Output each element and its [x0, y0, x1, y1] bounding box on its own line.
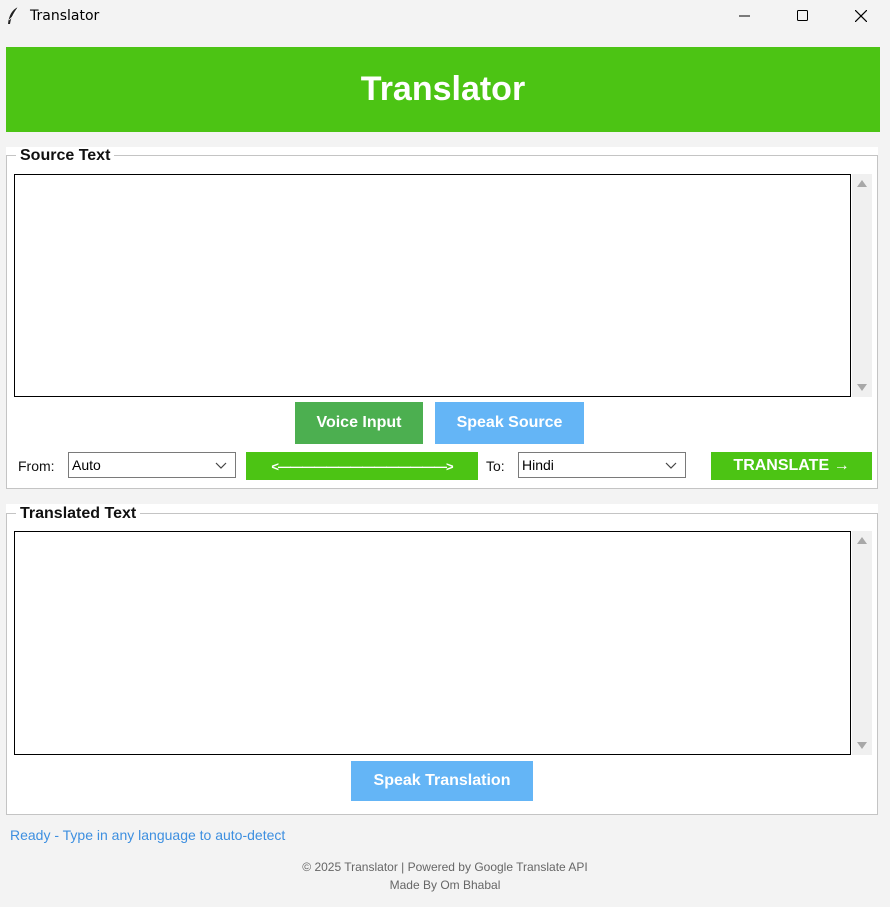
- scroll-up-icon[interactable]: [857, 537, 867, 544]
- app-heading: Translator: [360, 70, 526, 108]
- maximize-button[interactable]: [774, 0, 832, 32]
- to-language-select[interactable]: Hindi: [518, 452, 686, 478]
- speak-translation-button[interactable]: Speak Translation: [351, 761, 533, 801]
- translated-scrollbar[interactable]: [852, 531, 872, 755]
- from-language-select[interactable]: Auto: [68, 452, 236, 478]
- maximize-icon: [797, 10, 808, 21]
- minimize-button[interactable]: [716, 0, 774, 32]
- footer-credit: Made By Om Bhabal: [389, 878, 501, 892]
- translated-legend: Translated Text: [16, 505, 141, 523]
- to-label: To:: [486, 458, 505, 474]
- window-title: Translator: [30, 8, 100, 24]
- title-bar: Translator: [0, 0, 890, 32]
- from-label: From:: [18, 458, 55, 474]
- source-textarea[interactable]: [14, 174, 851, 397]
- speak-source-button[interactable]: Speak Source: [435, 402, 584, 444]
- scroll-down-icon[interactable]: [857, 742, 867, 749]
- voice-input-button[interactable]: Voice Input: [295, 402, 423, 444]
- header-banner: Translator: [6, 47, 880, 132]
- translated-panel: Translated Text Speak Translation: [6, 504, 878, 815]
- swap-languages-button[interactable]: <——————————————>: [246, 452, 478, 480]
- from-language-value: Auto: [72, 457, 101, 473]
- feather-icon: [8, 6, 19, 24]
- status-text: Ready - Type in any language to auto-det…: [10, 827, 286, 843]
- footer-copyright: © 2025 Translator | Powered by Google Tr…: [302, 860, 588, 874]
- scroll-down-icon[interactable]: [857, 384, 867, 391]
- source-scrollbar[interactable]: [852, 174, 872, 397]
- chevron-down-icon: [665, 462, 677, 469]
- translate-button[interactable]: TRANSLATE →: [711, 452, 872, 480]
- minimize-icon: [739, 15, 750, 17]
- source-panel: Source Text Voice Input Speak Source Fro…: [6, 147, 878, 489]
- close-button[interactable]: [832, 0, 890, 32]
- close-icon: [855, 10, 867, 22]
- translated-textarea[interactable]: [14, 531, 851, 755]
- scroll-up-icon[interactable]: [857, 180, 867, 187]
- chevron-down-icon: [215, 462, 227, 469]
- to-language-value: Hindi: [522, 457, 554, 473]
- source-legend: Source Text: [16, 147, 115, 165]
